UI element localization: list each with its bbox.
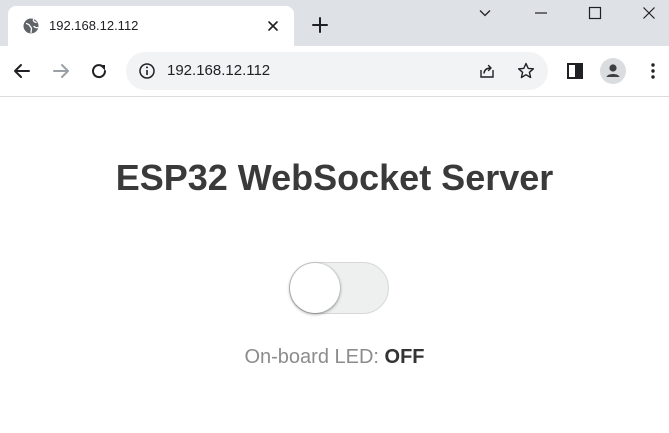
side-panel-icon[interactable] [564,60,586,82]
star-icon[interactable] [516,61,536,81]
tab-strip: 192.168.12.112 [0,0,669,46]
browser-tab[interactable]: 192.168.12.112 [8,6,294,46]
led-toggle-switch[interactable] [289,262,389,314]
arrow-left-icon[interactable] [11,60,33,82]
chevron-down-icon[interactable] [462,0,508,28]
toggle-knob[interactable] [290,263,340,313]
kebab-menu-icon[interactable] [642,60,664,82]
browser-toolbar: 192.168.12.112 [0,46,669,97]
minimize-icon[interactable] [518,0,564,28]
address-bar[interactable]: 192.168.12.112 [126,52,548,90]
close-icon[interactable] [265,18,281,34]
url-text[interactable]: 192.168.12.112 [167,62,270,80]
reload-icon[interactable] [88,60,110,82]
arrow-right-icon[interactable] [50,60,72,82]
page-title: ESP32 WebSocket Server [115,157,554,198]
led-state-label: On-board LED: [244,346,385,368]
avatar-icon[interactable] [600,58,626,84]
led-state-value: OFF [384,346,425,368]
maximize-icon[interactable] [572,0,618,28]
info-icon[interactable] [138,62,156,80]
tab-title: 192.168.12.112 [49,18,139,33]
window-close-icon[interactable] [626,0,669,28]
share-icon[interactable] [478,62,496,80]
globe-icon [22,17,40,35]
led-state-text: On-board LED: OFF [0,345,669,369]
plus-icon[interactable] [310,15,330,35]
